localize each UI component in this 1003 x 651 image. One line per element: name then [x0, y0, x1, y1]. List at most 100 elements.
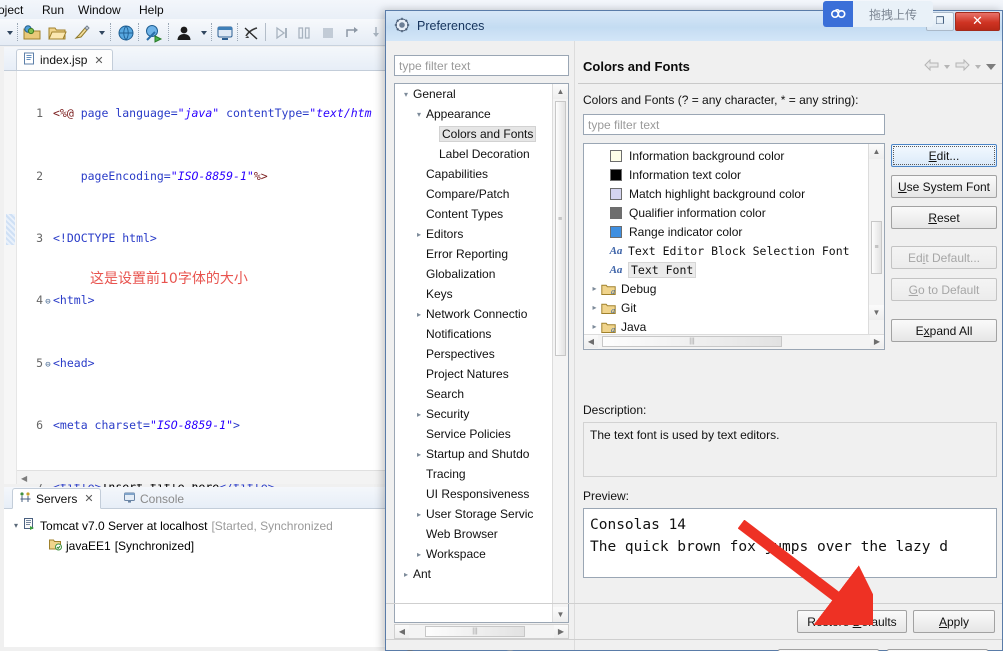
- open-folder-icon[interactable]: [47, 23, 67, 43]
- tree-item-web-browser[interactable]: Web Browser: [395, 524, 553, 544]
- cf-item-text-font[interactable]: Aa Text Font: [584, 260, 868, 279]
- cf-item-text-editor-block-selection-font[interactable]: Aa Text Editor Block Selection Font: [584, 241, 868, 260]
- forward-arrow-icon[interactable]: [955, 58, 970, 74]
- tree-filter-input[interactable]: type filter text: [394, 55, 569, 76]
- scroll-down-arrow-icon[interactable]: ▼: [869, 305, 884, 320]
- run-server-icon[interactable]: [144, 23, 164, 43]
- list-scroll-thumb[interactable]: ≡: [871, 221, 882, 274]
- tab-servers[interactable]: Servers ✕: [12, 488, 101, 509]
- tree-item-startup-and-shutdo[interactable]: ▸ Startup and Shutdo: [395, 444, 553, 464]
- expand-arrow-icon[interactable]: ▸: [588, 322, 601, 331]
- tree-item-content-types[interactable]: Content Types: [395, 204, 553, 224]
- tree-item-compare-patch[interactable]: Compare/Patch: [395, 184, 553, 204]
- expand-arrow-icon[interactable]: ▸: [412, 310, 426, 319]
- back-dropdown-arrow-icon[interactable]: [944, 64, 950, 69]
- colors-fonts-filter-input[interactable]: type filter text: [583, 114, 885, 135]
- step-into-icon[interactable]: [366, 23, 386, 43]
- cf-item-information-background-color[interactable]: Information background color: [584, 146, 868, 165]
- tree-item-network-connectio[interactable]: ▸ Network Connectio: [395, 304, 553, 324]
- step-return-icon[interactable]: [342, 23, 362, 43]
- tree-vertical-scrollbar[interactable]: ▲ ≡ ▼: [552, 84, 568, 622]
- colors-fonts-list[interactable]: Information background color Information …: [583, 143, 885, 350]
- editor-tab-index-jsp[interactable]: index.jsp ✕: [16, 49, 113, 70]
- cf-item-information-text-color[interactable]: Information text color: [584, 165, 868, 184]
- cf-item-java[interactable]: ▸ a Java: [584, 317, 868, 335]
- tree-item-user-storage-servic[interactable]: ▸ User Storage Servic: [395, 504, 553, 524]
- edit-default-button[interactable]: Edit Default...: [891, 246, 997, 269]
- use-system-font-button[interactable]: Use System Font: [891, 175, 997, 198]
- tree-item-notifications[interactable]: Notifications: [395, 324, 553, 344]
- tree-item-search[interactable]: Search: [395, 384, 553, 404]
- user-profile-icon[interactable]: [174, 23, 194, 43]
- scroll-right-arrow-icon[interactable]: ▶: [870, 335, 884, 348]
- tree-item-tracing[interactable]: Tracing: [395, 464, 553, 484]
- list-horizontal-scrollbar[interactable]: ◀ ||| ▶: [584, 334, 884, 349]
- list-hscroll-thumb[interactable]: |||: [602, 336, 782, 347]
- tree-item-ui-responsiveness[interactable]: UI Responsiveness: [395, 484, 553, 504]
- expand-arrow-icon[interactable]: ▸: [412, 230, 426, 239]
- expand-arrow-icon[interactable]: ▸: [412, 510, 426, 519]
- preferences-tree[interactable]: ▾ General ▾ Appearance Colors and Fonts Label…: [394, 83, 569, 623]
- cf-item-git[interactable]: ▸ a Git: [584, 298, 868, 317]
- menu-item-window[interactable]: Window: [72, 2, 127, 18]
- scroll-right-arrow-icon[interactable]: ▶: [554, 625, 568, 638]
- menu-item-project[interactable]: oject: [0, 2, 29, 18]
- forward-dropdown-arrow-icon[interactable]: [975, 64, 981, 69]
- fold-toggle-icon[interactable]: ⊖: [43, 295, 53, 311]
- tree-item-capabilities[interactable]: Capabilities: [395, 164, 553, 184]
- server-row-tomcat[interactable]: ▾ Tomcat v7.0 Server at localhost [Start…: [14, 517, 333, 534]
- scroll-left-arrow-icon[interactable]: ◀: [21, 474, 27, 483]
- stop-icon[interactable]: [318, 23, 338, 43]
- tree-item-error-reporting[interactable]: Error Reporting: [395, 244, 553, 264]
- toggle-markers-icon[interactable]: [241, 23, 261, 43]
- cf-item-qualifier-information-color[interactable]: Qualifier information color: [584, 203, 868, 222]
- cf-item-match-highlight-background-color[interactable]: Match highlight background color: [584, 184, 868, 203]
- tree-scroll-thumb[interactable]: ≡: [555, 101, 566, 356]
- tree-item-workspace[interactable]: ▸ Workspace: [395, 544, 553, 564]
- cf-item-range-indicator-color[interactable]: Range indicator color: [584, 222, 868, 241]
- expand-arrow-icon[interactable]: ▸: [412, 410, 426, 419]
- save-dropdown-arrow-icon[interactable]: [92, 23, 112, 43]
- back-arrow-icon[interactable]: [924, 58, 939, 74]
- scroll-left-arrow-icon[interactable]: ◀: [395, 625, 409, 638]
- console-view-icon[interactable]: [215, 23, 235, 43]
- pause-icon[interactable]: [294, 23, 314, 43]
- close-button[interactable]: ✕: [955, 12, 1000, 31]
- expand-arrow-icon[interactable]: ▸: [412, 450, 426, 459]
- expand-arrow-icon[interactable]: ▸: [588, 303, 601, 312]
- collapse-arrow-icon[interactable]: ▾: [412, 110, 426, 119]
- editor-annotation-ruler[interactable]: [4, 71, 17, 484]
- expand-arrow-icon[interactable]: ▸: [588, 284, 601, 293]
- go-to-default-button[interactable]: Go to Default: [891, 278, 997, 301]
- panel-divider[interactable]: [574, 41, 575, 650]
- tree-item-general[interactable]: ▾ General: [395, 84, 553, 104]
- tree-item-colors-and-fonts[interactable]: Colors and Fonts: [395, 124, 553, 144]
- edit-button[interactable]: Edit...: [891, 144, 997, 167]
- baidu-upload-badge[interactable]: 拖拽上传: [823, 1, 933, 27]
- web-globe-icon[interactable]: [116, 23, 136, 43]
- restore-defaults-button[interactable]: Restore Defaults: [797, 610, 907, 633]
- tab-servers-close-icon[interactable]: ✕: [84, 492, 93, 505]
- collapse-arrow-icon[interactable]: ▾: [399, 90, 413, 99]
- editor-tab-close-icon[interactable]: ✕: [94, 54, 103, 67]
- new-project-icon[interactable]: [22, 23, 42, 43]
- server-row-module[interactable]: javaEE1 [Synchronized]: [48, 537, 194, 554]
- tree-item-keys[interactable]: Keys: [395, 284, 553, 304]
- tab-console[interactable]: Console: [117, 488, 190, 509]
- tree-item-label-decoration[interactable]: Label Decoration: [395, 144, 553, 164]
- fold-toggle-icon[interactable]: ⊖: [43, 358, 53, 374]
- tree-hscroll-thumb[interactable]: |||: [425, 626, 525, 637]
- menu-item-help[interactable]: Help: [133, 2, 170, 18]
- expand-arrow-icon[interactable]: ▸: [412, 550, 426, 559]
- tree-item-project-natures[interactable]: Project Natures: [395, 364, 553, 384]
- tree-item-service-policies[interactable]: Service Policies: [395, 424, 553, 444]
- scroll-down-arrow-icon[interactable]: ▼: [553, 607, 568, 622]
- list-vertical-scrollbar[interactable]: ▲ ≡ ▼: [868, 144, 884, 335]
- page-menu-arrow-icon[interactable]: [986, 63, 996, 70]
- tree-item-editors[interactable]: ▸ Editors: [395, 224, 553, 244]
- cf-item-debug[interactable]: ▸ a Debug: [584, 279, 868, 298]
- scroll-up-arrow-icon[interactable]: ▲: [553, 84, 568, 99]
- expand-all-button[interactable]: Expand All: [891, 319, 997, 342]
- expand-arrow-icon[interactable]: ▸: [399, 570, 413, 579]
- tree-item-globalization[interactable]: Globalization: [395, 264, 553, 284]
